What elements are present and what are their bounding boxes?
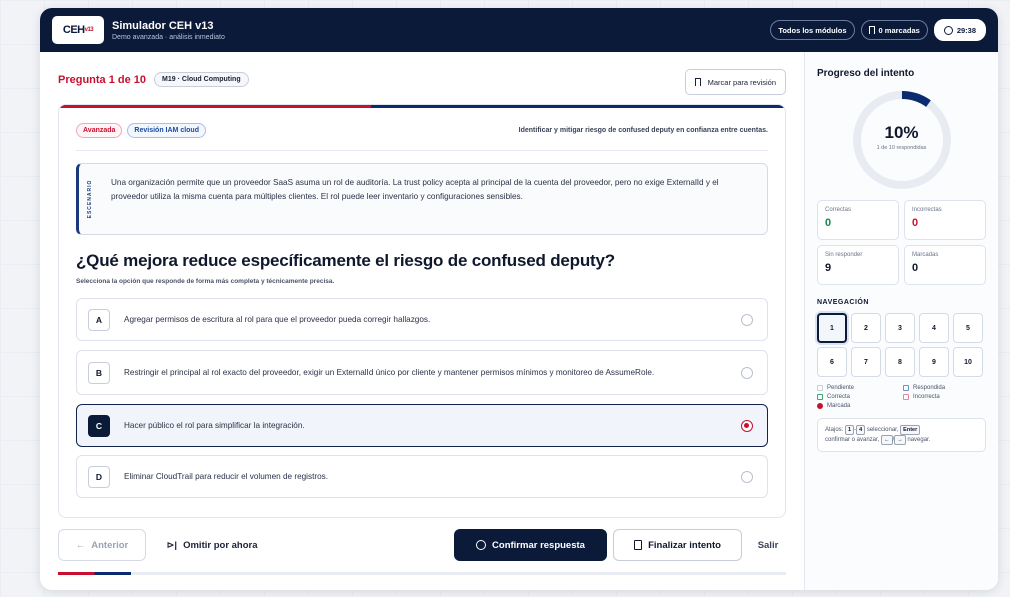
- question-card: Avanzada Revisión IAM cloud Identificar …: [58, 104, 786, 518]
- marked-count-button[interactable]: 0 marcadas: [860, 20, 928, 40]
- stat-marked: Marcadas 0: [904, 245, 986, 285]
- bookmark-icon: [868, 26, 875, 34]
- nav-question-8[interactable]: 8: [885, 347, 915, 377]
- clock-icon: [943, 25, 953, 35]
- option-text: Restringir el principal al rol exacto de…: [124, 368, 655, 377]
- pending-square-icon: [817, 385, 823, 391]
- nav-question-4[interactable]: 4: [919, 313, 949, 343]
- nav-question-1[interactable]: 1: [817, 313, 847, 343]
- option-text: Hacer público el rol para simplificar la…: [124, 421, 305, 430]
- navigation-title: NAVEGACIÓN: [817, 299, 869, 306]
- radio-icon[interactable]: [741, 366, 753, 379]
- exit-button[interactable]: Salir: [748, 529, 788, 561]
- option-text: Agregar permisos de escritura al rol par…: [124, 315, 431, 324]
- nav-question-7[interactable]: 7: [851, 347, 881, 377]
- attempt-progress-bar: [58, 572, 786, 575]
- app-window: CEH v13 Simulador CEH v13 Demo avanzada ·…: [40, 8, 998, 590]
- question-objective: Identificar y mitigar riesgo de confused…: [518, 127, 768, 134]
- mark-for-review-button[interactable]: Marcar para revisión: [684, 69, 786, 95]
- radio-icon[interactable]: [741, 470, 753, 483]
- difficulty-tag: Avanzada: [76, 123, 123, 138]
- stat-incorrect: Incorrectas 0: [904, 200, 986, 240]
- sidebar-title: Progreso del intento: [817, 68, 915, 79]
- question-counter: Pregunta 1 de 10: [58, 73, 147, 86]
- question-text: ¿Qué mejora reduce específicamente el ri…: [76, 251, 615, 270]
- arrow-left-icon: ←: [75, 539, 86, 551]
- option-key: D: [88, 465, 110, 488]
- option-d[interactable]: D Eliminar CloudTrail para reducir el vo…: [76, 455, 768, 498]
- incorrect-square-icon: [903, 394, 909, 400]
- nav-question-3[interactable]: 3: [885, 313, 915, 343]
- scenario-text: Una organización permite que un proveedo…: [111, 178, 719, 201]
- option-a[interactable]: A Agregar permisos de escritura al rol p…: [76, 298, 768, 341]
- scenario-box: ESCENARIO Una organización permite que u…: [76, 163, 768, 235]
- question-progress-bar: [59, 105, 785, 108]
- radio-icon[interactable]: [741, 313, 753, 326]
- option-key: B: [88, 361, 110, 384]
- modules-filter-button[interactable]: Todos los módulos: [770, 20, 855, 40]
- scenario-label: ESCENARIO: [87, 179, 93, 219]
- marked-dot-icon: [817, 403, 823, 409]
- nav-question-6[interactable]: 6: [817, 347, 847, 377]
- nav-question-2[interactable]: 2: [851, 313, 881, 343]
- timer: 29:38: [933, 19, 986, 41]
- module-badge: M19 · Cloud Computing: [154, 72, 249, 87]
- topic-tag: Revisión IAM cloud: [127, 123, 206, 138]
- nav-question-10[interactable]: 10: [953, 347, 983, 377]
- document-icon: [634, 540, 643, 550]
- stat-unanswered: Sin responder 9: [817, 245, 899, 285]
- bookmark-icon: [694, 78, 701, 86]
- progress-percent: 10%: [884, 123, 919, 142]
- previous-button[interactable]: ← Anterior: [58, 529, 146, 561]
- skip-button[interactable]: ⊳| Omitir por ahora: [154, 529, 270, 561]
- option-c[interactable]: C Hacer público el rol para simplificar …: [76, 404, 768, 447]
- ceh-logo: CEH v13: [52, 16, 104, 44]
- nav-question-9[interactable]: 9: [919, 347, 949, 377]
- main-panel: Pregunta 1 de 10 M19 · Cloud Computing M…: [40, 52, 804, 590]
- option-b[interactable]: B Restringir el principal al rol exacto …: [76, 350, 768, 395]
- question-navigator: 1 2 3 4 5 6 7 8 9 10: [817, 313, 986, 377]
- answered-square-icon: [903, 385, 909, 391]
- correct-square-icon: [817, 394, 823, 400]
- progress-answered: 1 de 10 respondidas: [876, 145, 927, 151]
- keyboard-shortcuts: Atajos: 1-4 seleccionar, Enter confirmar…: [817, 418, 986, 452]
- check-circle-icon: [476, 540, 487, 550]
- stat-correct: Correctas 0: [817, 200, 899, 240]
- progress-gauge: 10% 1 de 10 respondidas: [851, 89, 953, 191]
- option-text: Eliminar CloudTrail para reducir el volu…: [124, 472, 329, 481]
- app-title: Simulador CEH v13: [112, 19, 214, 32]
- top-bar: CEH v13 Simulador CEH v13 Demo avanzada ·…: [40, 8, 998, 52]
- footer-actions: ← Anterior ⊳| Omitir por ahora Confirmar r…: [58, 529, 786, 561]
- question-hint: Selecciona la opción que responde de for…: [76, 278, 335, 285]
- skip-icon: ⊳|: [166, 539, 178, 551]
- option-key: C: [88, 414, 110, 437]
- radio-selected-icon[interactable]: [741, 419, 753, 432]
- nav-question-5[interactable]: 5: [953, 313, 983, 343]
- progress-sidebar: Progreso del intento 10% 1 de 10 respond…: [804, 52, 998, 590]
- app-subtitle: Demo avanzada · análisis inmediato: [112, 33, 225, 41]
- finish-attempt-button[interactable]: Finalizar intento: [613, 529, 742, 561]
- confirm-answer-button[interactable]: Confirmar respuesta: [454, 529, 607, 561]
- status-legend: Pendiente Respondida Correcta Incorrecta…: [817, 385, 986, 409]
- option-key: A: [88, 308, 110, 331]
